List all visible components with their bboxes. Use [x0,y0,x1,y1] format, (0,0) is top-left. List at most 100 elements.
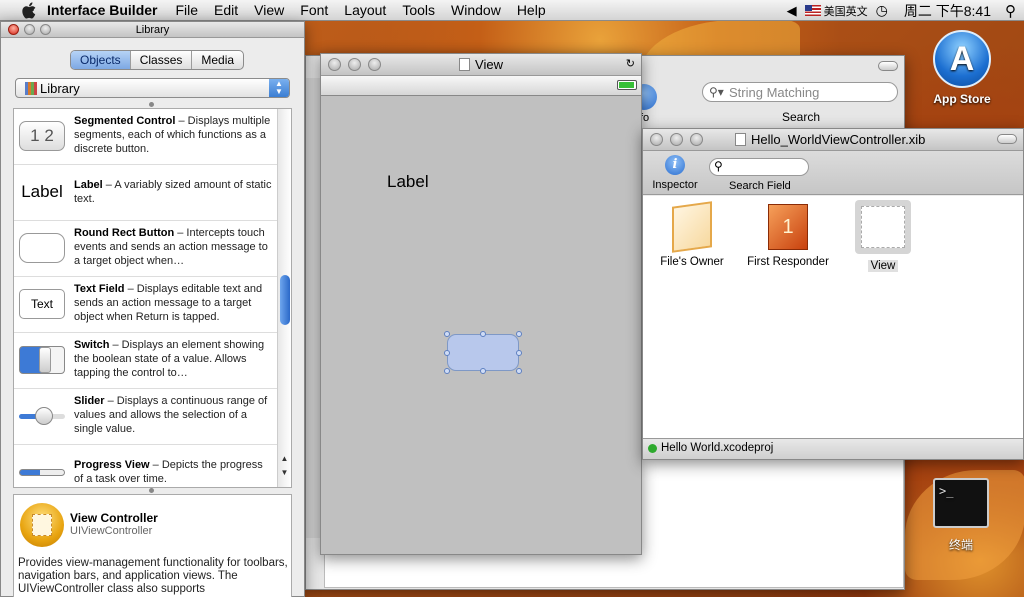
tab-classes[interactable]: Classes [131,51,193,69]
progress-view-icon [18,450,66,487]
resize-handle[interactable] [480,331,486,337]
rotate-icon[interactable]: ↻ [626,57,635,70]
menu-font[interactable]: Font [300,2,328,18]
search-placeholder: String Matching [729,85,820,100]
view-editor-window: View ↻ Label [320,53,642,555]
toolbar-toggle-button[interactable] [997,134,1017,144]
menu-layout[interactable]: Layout [344,2,386,18]
info-icon: i [665,155,685,175]
object-label: First Responder [747,256,829,268]
minimize-button[interactable] [348,58,361,71]
menu-file[interactable]: File [175,2,198,18]
minimize-button[interactable] [24,24,35,35]
scroll-thumb[interactable] [280,275,290,325]
library-title: Library [135,23,170,36]
list-item[interactable]: Label Label – A variably sized amount of… [14,165,291,221]
zoom-button[interactable] [690,133,703,146]
resize-handle[interactable] [480,368,486,374]
us-flag-icon [804,5,821,16]
menu-tools[interactable]: Tools [402,2,435,18]
detail-class: UIViewController [70,525,153,537]
time-machine-icon[interactable]: ◷ [876,2,888,19]
simulated-status-bar [321,76,641,96]
zoom-button[interactable] [368,58,381,71]
terminal-icon: >_ [933,478,989,528]
resize-handle[interactable] [516,331,522,337]
view-title: View [475,57,503,72]
red-cube-icon: 1 [768,204,808,250]
resize-handle[interactable] [516,350,522,356]
close-button[interactable] [650,133,663,146]
cube-outline-icon [672,201,712,253]
scroll-down-icon[interactable]: ▼ [278,467,291,479]
xib-search-field[interactable]: ⚲ [709,158,809,176]
volume-icon[interactable]: ◀ [787,3,797,19]
list-item[interactable]: Switch – Displays an element showing the… [14,333,291,389]
round-rect-button-element[interactable] [447,334,519,371]
xib-document-window: Hello_WorldViewController.xib i Inspecto… [642,128,1024,460]
project-name[interactable]: Hello World.xcodeproj [661,442,773,454]
app-store-icon: A [933,30,991,88]
detail-name: View Controller [70,511,158,525]
item-name: Progress View [74,459,150,471]
resize-handle[interactable] [444,350,450,356]
xib-titlebar: Hello_WorldViewController.xib [643,129,1023,151]
terminal-desktop-icon[interactable]: >_ 终端 [928,478,994,553]
splitter-handle[interactable] [149,102,154,107]
list-item[interactable]: Slider – Displays a continuous range of … [14,389,291,445]
item-name: Text Field [74,283,125,295]
resize-handle[interactable] [444,368,450,374]
menu-bar: Interface Builder File Edit View Font La… [0,0,1024,21]
input-method-menu[interactable]: 美国英文 [804,3,868,19]
xib-objects-area: File's Owner 1 First Responder View [643,196,1023,439]
item-name: Slider [74,395,105,407]
text-field-icon: Text [18,282,66,326]
app-store-desktop-icon[interactable]: A App Store [924,30,1000,106]
app-menu[interactable]: Interface Builder [47,2,157,18]
window-controls [650,133,703,146]
resize-handle[interactable] [516,368,522,374]
library-selector-value: Library [40,80,80,96]
minimize-button[interactable] [670,133,683,146]
resize-handle[interactable] [444,331,450,337]
list-item[interactable]: Text Text Field – Displays editable text… [14,277,291,333]
library-selector[interactable]: Library ▲ ▼ [15,78,290,98]
files-owner-object[interactable]: File's Owner [653,201,731,268]
chevron-updown-icon: ▲ ▼ [269,79,289,97]
magnifier-icon: ⚲▾ [709,85,724,99]
status-menus: ◀ 美国英文 ◷ 周二 下午8:41 ⚲ [787,0,1016,21]
menu-window[interactable]: Window [451,2,501,18]
app-store-label: App Store [933,92,991,106]
apple-menu-icon[interactable] [20,1,38,19]
slider-icon [18,394,66,438]
segmented-control-icon: 1 2 [18,114,66,158]
list-item[interactable]: Round Rect Button – Intercepts touch eve… [14,221,291,277]
library-scrollbar[interactable]: ▲ ▼ [277,109,291,487]
close-button[interactable] [328,58,341,71]
string-matching-search-field[interactable]: ⚲▾ String Matching [702,82,898,102]
scroll-up-icon[interactable]: ▲ [278,453,291,465]
splitter-handle[interactable] [149,488,154,493]
menu-help[interactable]: Help [517,2,546,18]
inspector-button[interactable]: i Inspector [651,155,699,191]
close-button[interactable] [8,24,19,35]
spotlight-icon[interactable]: ⚲ [1005,2,1016,20]
xib-file-icon [735,133,746,146]
item-name: Switch [74,339,110,351]
document-icon [459,58,471,71]
list-item[interactable]: 1 2 Segmented Control – Displays multipl… [14,109,291,165]
first-responder-object[interactable]: 1 First Responder [741,204,835,268]
status-ok-icon [648,444,657,453]
label-element[interactable]: Label [387,172,429,192]
toolbar-toggle-button[interactable] [878,61,898,71]
library-tabs: Objects Classes Media [70,50,245,70]
clock[interactable]: 周二 下午8:41 [904,1,991,21]
zoom-button[interactable] [40,24,51,35]
list-item[interactable]: Progress View – Depicts the progress of … [14,445,291,487]
menu-view[interactable]: View [254,2,284,18]
tab-media[interactable]: Media [192,51,243,69]
tab-objects[interactable]: Objects [71,51,131,69]
inspector-label: Inspector [652,179,698,191]
view-object[interactable]: View [853,200,913,272]
menu-edit[interactable]: Edit [214,2,238,18]
